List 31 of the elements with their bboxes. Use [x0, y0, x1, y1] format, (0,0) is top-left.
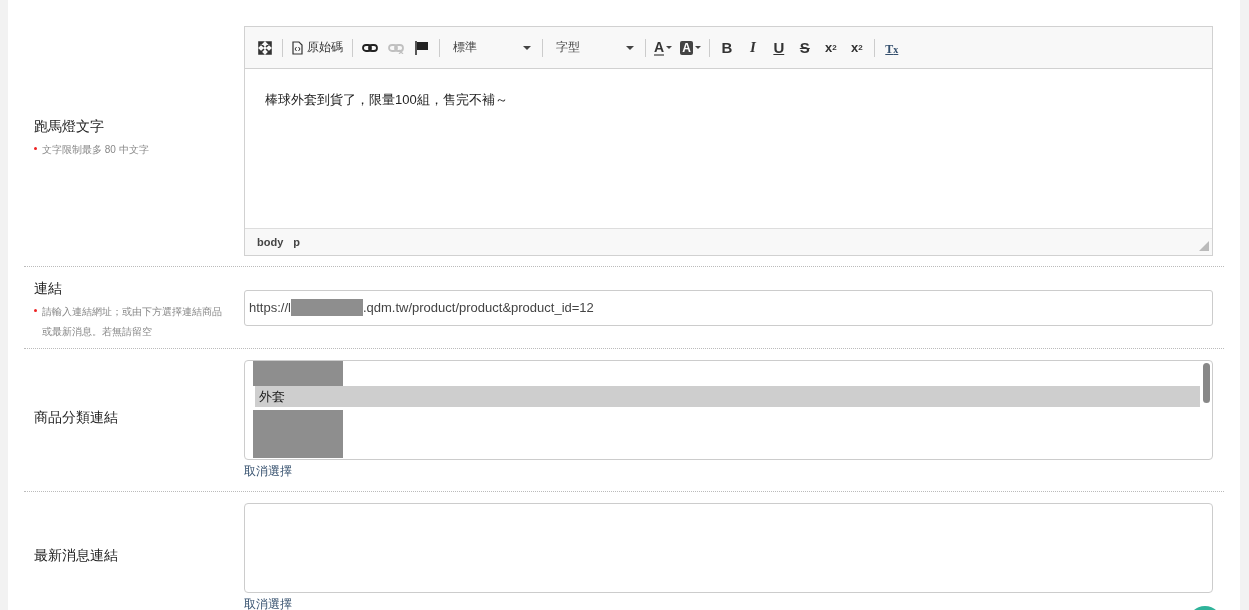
scrollbar-thumb[interactable]: [1203, 363, 1210, 403]
clear-selection-link[interactable]: 取消選擇: [244, 463, 1213, 480]
required-dot-icon: [34, 308, 37, 312]
element-path-link[interactable]: body: [257, 236, 284, 248]
required-dot-icon: [34, 147, 37, 150]
text-color-button[interactable]: A: [651, 34, 676, 61]
field-hint: 文字限制最多 80 中文字: [42, 143, 149, 157]
element-path-link[interactable]: p: [293, 236, 300, 248]
format-dropdown[interactable]: 字型: [548, 34, 640, 61]
italic-button[interactable]: I: [740, 34, 765, 61]
field-hint: 請輸入連結網址；或由下方選擇連結商品或最新消息。若無請留空: [42, 304, 223, 339]
field-label: 商品分類連結: [34, 409, 119, 427]
clear-selection-link[interactable]: 取消選擇: [244, 596, 1213, 610]
field-label: 最新消息連結: [34, 547, 119, 565]
editor-content[interactable]: 棒球外套到貨了，限量100組，售完不補～: [245, 69, 1212, 228]
background-color-button[interactable]: A: [677, 34, 704, 61]
format-dropdown[interactable]: 標準: [445, 34, 537, 61]
bold-button[interactable]: B: [714, 34, 739, 61]
source-code-icon: [292, 40, 303, 55]
source-button[interactable]: 原始碼: [288, 34, 347, 61]
url-text: .qdm.tw/product/product&product_id=12: [362, 300, 594, 315]
url-input-field[interactable]: https://l .qdm.tw/product/product&product_id=12: [244, 289, 1213, 326]
field-label: 連結: [34, 279, 63, 298]
category-listbox[interactable]: 外套: [244, 360, 1213, 460]
strike-button[interactable]: S: [792, 34, 817, 61]
list-option[interactable]: 外套: [255, 386, 1200, 407]
script-button[interactable]: x$^{2}$: [844, 34, 869, 61]
underline-button[interactable]: U: [766, 34, 791, 61]
resize-grip-icon[interactable]: [1199, 241, 1209, 251]
url-text: https://l: [249, 300, 291, 315]
field-label: 跑馬燈文字: [34, 118, 105, 136]
